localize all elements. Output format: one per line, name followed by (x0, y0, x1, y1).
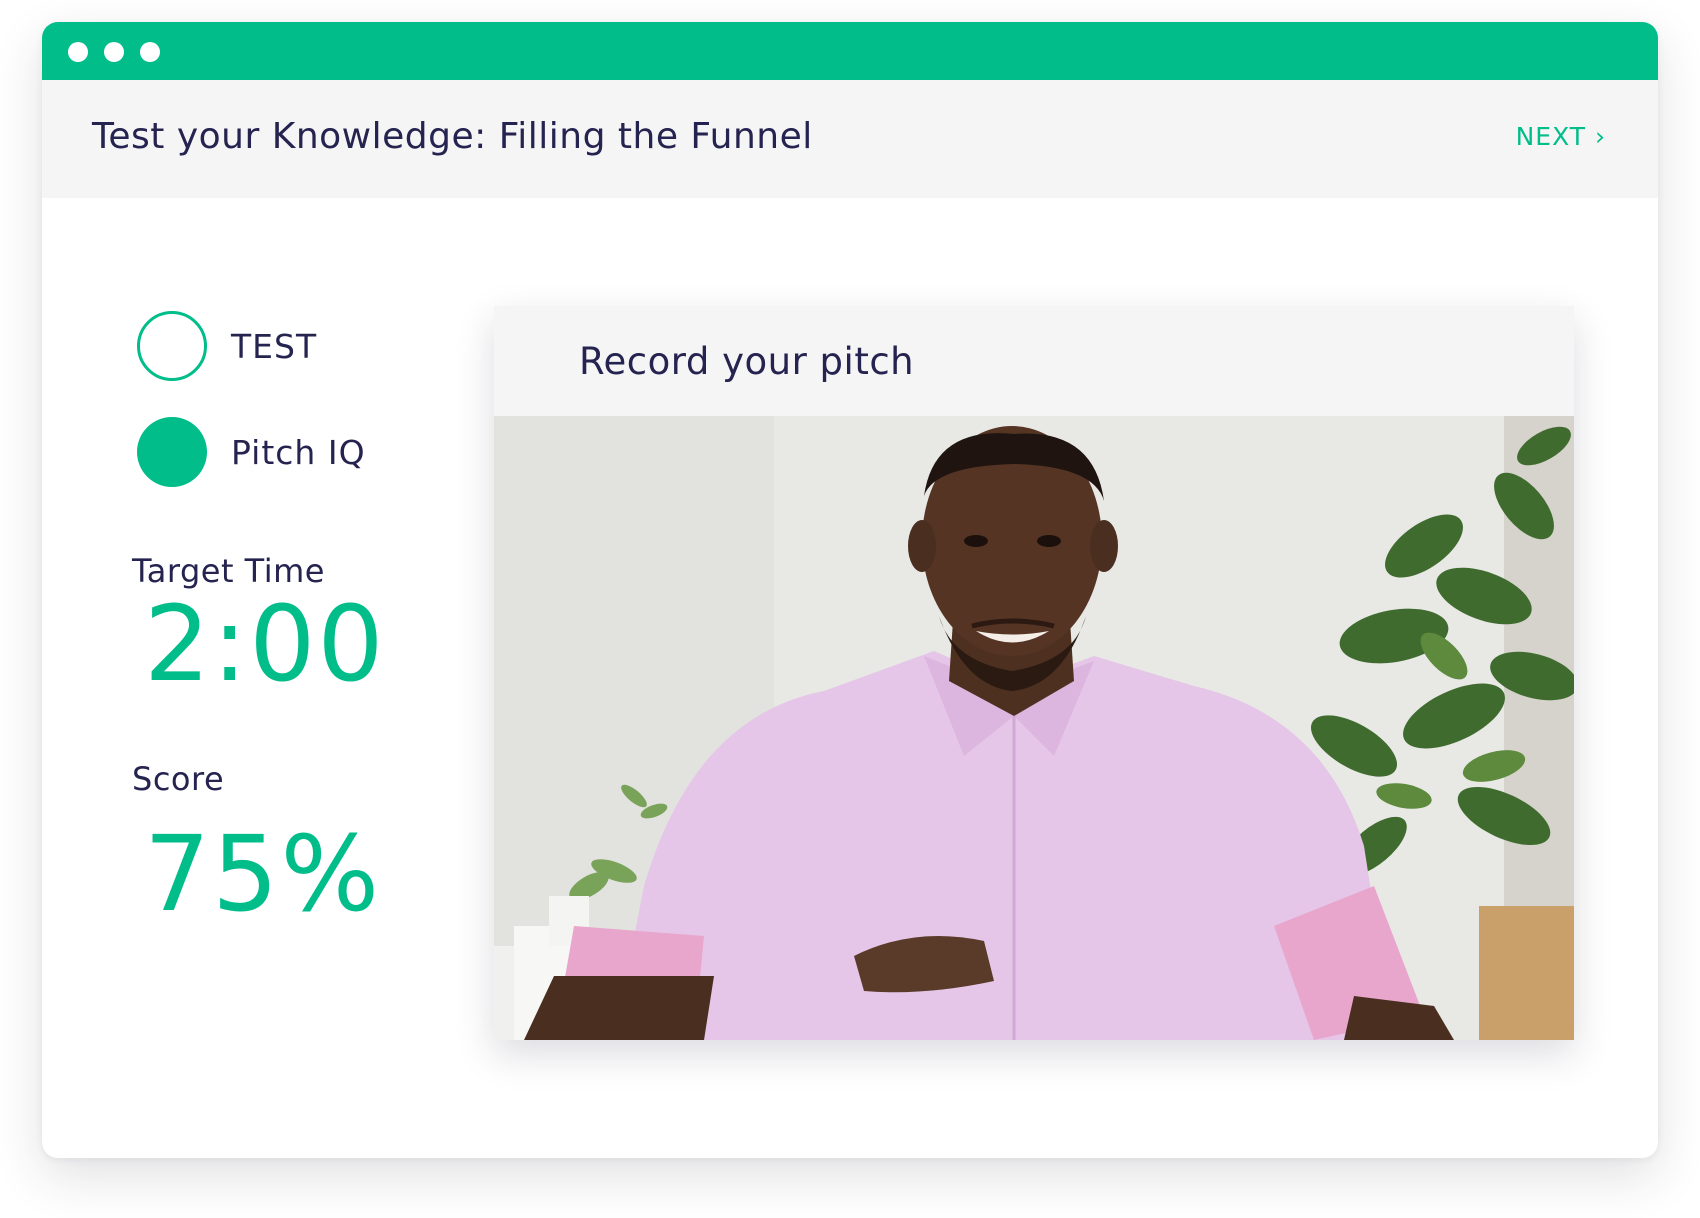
step-test[interactable]: TEST (137, 308, 366, 384)
window-control-dot[interactable] (104, 42, 124, 62)
record-pitch-card: Record your pitch (494, 306, 1574, 1040)
window-control-dot[interactable] (140, 42, 160, 62)
page-title: Test your Knowledge: Filling the Funnel (92, 116, 813, 157)
step-label: TEST (231, 326, 318, 366)
card-header: Record your pitch (494, 306, 1574, 416)
page-header: Test your Knowledge: Filling the Funnel … (42, 80, 1658, 198)
video-preview[interactable] (494, 416, 1574, 1040)
score-label: Score (132, 760, 225, 798)
score-value: 75% (144, 813, 382, 935)
video-frame-illustration (494, 416, 1574, 1040)
target-time-value: 2:00 (144, 583, 386, 705)
step-label: Pitch IQ (231, 432, 366, 472)
window-control-dot[interactable] (68, 42, 88, 62)
card-title: Record your pitch (579, 340, 915, 383)
step-list: TEST Pitch IQ (137, 308, 366, 520)
step-indicator-filled-icon (137, 417, 207, 487)
next-button[interactable]: NEXT › (1516, 122, 1606, 151)
app-window: Test your Knowledge: Filling the Funnel … (42, 22, 1658, 1158)
step-pitch-iq[interactable]: Pitch IQ (137, 414, 366, 490)
step-indicator-empty-icon (137, 311, 207, 381)
window-titlebar (42, 22, 1658, 80)
